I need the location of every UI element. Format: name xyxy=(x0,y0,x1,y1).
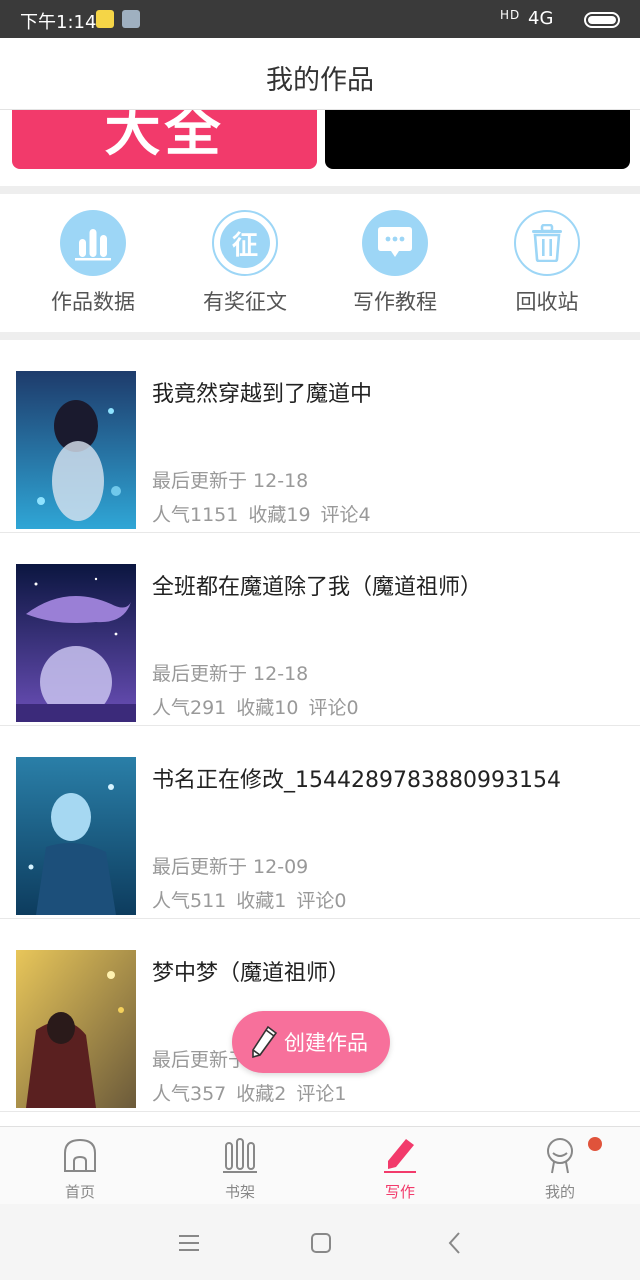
work-popularity: 人气291 xyxy=(152,697,227,719)
action-label: 有奖征文 xyxy=(203,290,287,314)
hd-signal-icon: HD xyxy=(500,8,521,22)
work-popularity: 人气1151 xyxy=(152,504,239,526)
work-comments: 评论4 xyxy=(320,504,371,526)
tab-label: 我的 xyxy=(544,1183,575,1201)
action-contest[interactable]: 征 有奖征文 xyxy=(170,210,320,320)
action-tutorial[interactable]: 写作教程 xyxy=(320,210,470,320)
contest-glyph: 征 xyxy=(220,218,270,268)
work-stats: 人气1151 收藏19 评论4 xyxy=(152,500,381,527)
work-popularity: 人气511 xyxy=(152,890,227,912)
page-title: 我的作品 xyxy=(266,65,374,96)
banner-text: 大全 xyxy=(104,110,225,164)
work-favorites: 收藏2 xyxy=(236,1083,287,1105)
work-stats: 人气291 收藏10 评论0 xyxy=(152,693,369,720)
list-item[interactable]: 书名正在修改_1544289783880993154 最后更新于 12-09 人… xyxy=(0,726,640,919)
banner-slide-right[interactable] xyxy=(325,110,630,169)
create-work-button[interactable]: 创建作品 xyxy=(232,1011,390,1073)
section-divider xyxy=(0,332,640,340)
work-favorites: 收藏1 xyxy=(236,890,287,912)
list-item[interactable]: 我竟然穿越到了魔道中 最后更新于 12-18 人气1151 收藏19 评论4 xyxy=(0,340,640,533)
work-comments: 评论0 xyxy=(296,890,347,912)
book-cover-image xyxy=(16,950,136,1108)
create-work-label: 创建作品 xyxy=(284,1031,368,1055)
battery-icon xyxy=(584,12,620,28)
work-updated: 最后更新于 12-09 xyxy=(152,856,309,878)
work-title: 书名正在修改_1544289783880993154 xyxy=(152,768,561,793)
action-recycle-bin[interactable]: 回收站 xyxy=(472,210,622,320)
quick-actions: 作品数据 征 有奖征文 写作教程 回收站 xyxy=(0,194,640,332)
works-list: 我竟然穿越到了魔道中 最后更新于 12-18 人气1151 收藏19 评论4 全班都… xyxy=(0,340,640,1112)
action-label: 作品数据 xyxy=(51,290,135,314)
chat-bubble-icon xyxy=(362,210,428,276)
action-label: 写作教程 xyxy=(353,290,437,314)
app-notification-icon xyxy=(122,10,140,28)
pencil-icon xyxy=(384,1139,416,1173)
book-cover-image xyxy=(16,757,136,915)
notification-badge xyxy=(588,1137,602,1151)
status-bar: 下午1:14 HD 4G xyxy=(0,0,640,38)
bookshelf-icon xyxy=(223,1138,257,1173)
app-header: 我的作品 xyxy=(0,38,640,110)
profile-icon xyxy=(547,1138,573,1174)
home-button-icon[interactable] xyxy=(306,1228,336,1258)
bottom-tab-bar: 首页 书架 写作 我的 xyxy=(0,1126,640,1204)
tab-label: 写作 xyxy=(384,1183,415,1201)
network-type: 4G xyxy=(528,8,554,29)
pencil-icon xyxy=(252,1025,278,1059)
system-nav-bar xyxy=(0,1204,640,1280)
bar-chart-icon xyxy=(60,210,126,276)
status-time: 下午1:14 xyxy=(20,12,97,33)
work-updated: 最后更新于 12-18 xyxy=(152,663,309,685)
section-divider xyxy=(0,186,640,194)
list-item[interactable]: 全班都在魔道除了我（魔道祖师） 最后更新于 12-18 人气291 收藏10 评论0 xyxy=(0,533,640,726)
work-favorites: 收藏10 xyxy=(236,697,299,719)
book-cover-image xyxy=(16,564,136,722)
contest-icon: 征 xyxy=(212,210,278,276)
work-title: 我竟然穿越到了魔道中 xyxy=(152,382,373,407)
banner-slide-left[interactable]: 大全 xyxy=(12,110,317,169)
wechat-notification-icon xyxy=(96,10,114,28)
work-popularity: 人气357 xyxy=(152,1083,227,1105)
tab-label: 书架 xyxy=(224,1183,255,1201)
work-title: 全班都在魔道除了我（魔道祖师） xyxy=(152,575,483,600)
work-comments: 评论1 xyxy=(296,1083,347,1105)
work-stats: 人气511 收藏1 评论0 xyxy=(152,886,356,913)
tab-home[interactable]: 首页 xyxy=(0,1127,160,1205)
banner-carousel[interactable]: 大全 xyxy=(0,110,640,186)
back-icon[interactable] xyxy=(440,1228,470,1258)
trash-icon xyxy=(514,210,580,276)
home-icon xyxy=(64,1138,96,1172)
tab-label: 首页 xyxy=(64,1183,95,1201)
work-title: 梦中梦（魔道祖师） xyxy=(152,961,351,986)
action-label: 回收站 xyxy=(515,290,579,314)
work-comments: 评论0 xyxy=(308,697,359,719)
action-work-data[interactable]: 作品数据 xyxy=(18,210,168,320)
tab-bookshelf[interactable]: 书架 xyxy=(160,1127,320,1205)
book-cover-image xyxy=(16,371,136,529)
work-updated: 最后更新于 12-18 xyxy=(152,470,309,492)
work-stats: 人气357 收藏2 评论1 xyxy=(152,1079,356,1106)
menu-icon[interactable] xyxy=(174,1228,204,1258)
tab-write[interactable]: 写作 xyxy=(320,1127,480,1205)
tab-profile[interactable]: 我的 xyxy=(480,1127,640,1205)
work-favorites: 收藏19 xyxy=(248,504,311,526)
